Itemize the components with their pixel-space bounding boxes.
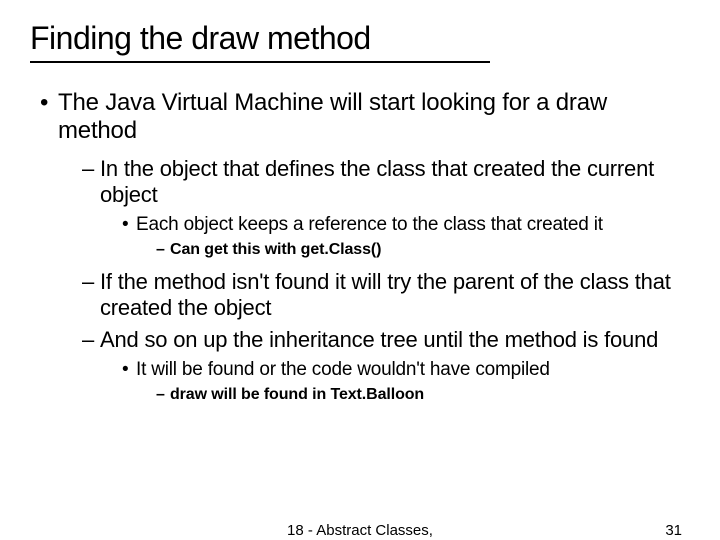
dash-icon: – (82, 269, 100, 295)
bullet-level1: •The Java Virtual Machine will start loo… (30, 89, 690, 146)
bullet-level3: •Each object keeps a reference to the cl… (30, 214, 690, 236)
bullet-level2: –And so on up the inheritance tree until… (30, 327, 690, 353)
bullet-level4: –Can get this with get.Class() (30, 240, 690, 259)
bullet-level2: –In the object that defines the class th… (30, 156, 690, 208)
page-number: 31 (665, 522, 682, 539)
bullet-text: It will be found or the code wouldn't ha… (136, 359, 550, 380)
footer-center-text: 18 - Abstract Classes, Polymorphism, and… (257, 522, 464, 540)
slide: Finding the draw method •The Java Virtua… (0, 0, 720, 540)
slide-title: Finding the draw method (30, 20, 690, 57)
bullet-level2: –If the method isn't found it will try t… (30, 269, 690, 321)
dash-icon: – (82, 327, 100, 353)
dash-icon: – (82, 156, 100, 182)
bullet-text: In the object that defines the class tha… (100, 156, 654, 207)
bullet-level4: –draw will be found in Text.Balloon (30, 385, 690, 404)
bullet-icon: • (122, 359, 136, 381)
dash-icon: – (156, 240, 170, 259)
bullet-level3: •It will be found or the code wouldn't h… (30, 359, 690, 381)
bullet-text: Can get this with get.Class() (170, 241, 381, 258)
bullet-icon: • (40, 89, 58, 117)
bullet-icon: • (122, 214, 136, 236)
title-underline (30, 61, 490, 63)
bullet-text: And so on up the inheritance tree until … (100, 327, 658, 352)
bullet-text: draw will be found in Text.Balloon (170, 386, 424, 403)
dash-icon: – (156, 385, 170, 404)
bullet-text: If the method isn't found it will try th… (100, 269, 671, 320)
bullet-text: Each object keeps a reference to the cla… (136, 214, 603, 235)
bullet-text: The Java Virtual Machine will start look… (58, 89, 607, 144)
